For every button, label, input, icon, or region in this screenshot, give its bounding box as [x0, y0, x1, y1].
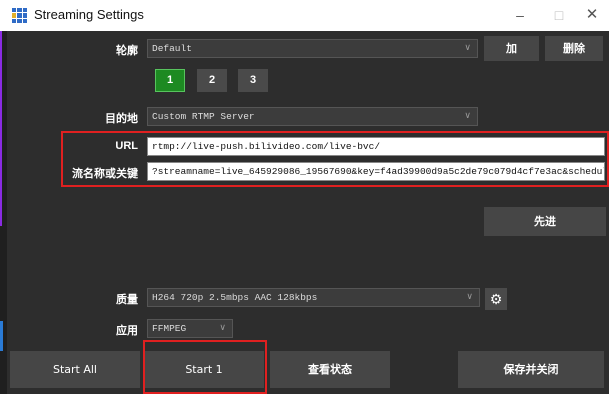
title-bar: Streaming Settings – □ ✕: [0, 0, 609, 31]
application-value: FFMPEG: [152, 323, 187, 334]
quality-select[interactable]: H264 720p 2.5mbps AAC 128kbps ∨: [147, 288, 480, 307]
profile-label: 轮廓: [116, 44, 138, 57]
start-all-button[interactable]: Start All: [10, 351, 140, 388]
left-accent-stripe-blue: [0, 321, 3, 351]
url-key-highlight: [61, 131, 609, 187]
chevron-down-icon: ∨: [219, 323, 226, 333]
gear-icon[interactable]: ⚙: [485, 288, 507, 310]
start-1-highlight: [143, 340, 267, 394]
save-and-close-button[interactable]: 保存并关闭: [458, 351, 604, 388]
add-profile-button[interactable]: 加: [484, 36, 539, 61]
view-status-button[interactable]: 查看状态: [270, 351, 390, 388]
application-select[interactable]: FFMPEG ∨: [147, 319, 233, 338]
app-grid-icon: [12, 8, 27, 23]
application-label: 应用: [116, 324, 138, 337]
destination-select[interactable]: Custom RTMP Server ∨: [147, 107, 478, 126]
profile-value: Default: [152, 43, 192, 54]
maximize-button[interactable]: □: [545, 4, 573, 26]
quality-label: 质量: [116, 293, 138, 306]
destination-value: Custom RTMP Server: [152, 111, 255, 122]
profile-select[interactable]: Default ∨: [147, 39, 478, 58]
tab-1[interactable]: 1: [155, 69, 185, 92]
settings-panel: 轮廓 Default ∨ 加 删除 1 2 3 目的地 Custom RTMP …: [0, 31, 609, 394]
tab-3[interactable]: 3: [238, 69, 268, 92]
chevron-down-icon: ∨: [464, 111, 471, 121]
close-button[interactable]: ✕: [578, 4, 606, 26]
quality-value: H264 720p 2.5mbps AAC 128kbps: [152, 292, 318, 303]
advanced-button[interactable]: 先进: [484, 207, 606, 236]
left-accent-stripe: [0, 31, 2, 226]
destination-label: 目的地: [105, 112, 138, 125]
chevron-down-icon: ∨: [464, 43, 471, 53]
delete-profile-button[interactable]: 删除: [545, 36, 603, 61]
minimize-button[interactable]: –: [506, 4, 534, 26]
chevron-down-icon: ∨: [466, 292, 473, 302]
window-title: Streaming Settings: [34, 7, 144, 22]
tab-2[interactable]: 2: [197, 69, 227, 92]
